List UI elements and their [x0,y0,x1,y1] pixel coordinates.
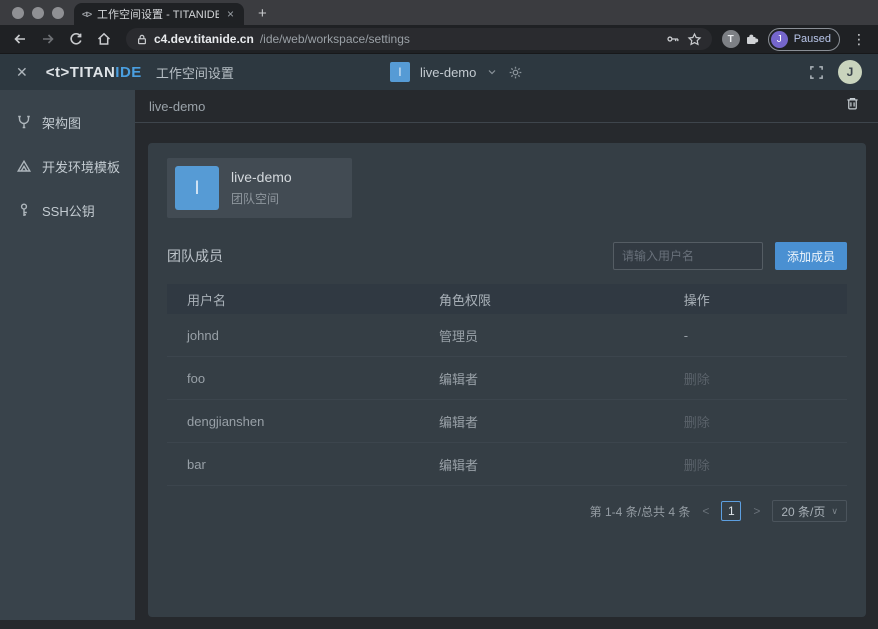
sidebar-item-label: 开发环境模板 [42,157,120,176]
workspace-card-title: live-demo [231,169,292,185]
delete-member-link[interactable]: 删除 [684,369,847,388]
members-table: 用户名 角色权限 操作 johnd 管理员 - foo 编辑者 删除 [167,284,847,486]
column-header-action: 操作 [684,290,847,309]
username-input[interactable] [613,242,763,270]
tab-title: 工作空间设置 - TITANIDE [97,6,219,22]
page-size-select[interactable]: 20 条/页 ∨ [772,500,847,522]
forward-icon[interactable] [36,28,60,50]
pagination-summary: 第 1-4 条/总共 4 条 [590,503,691,520]
sync-status: Paused [794,33,831,45]
password-key-icon[interactable] [665,32,681,46]
workspace-card: l live-demo 团队空间 [167,158,352,218]
browser-window: <t> 工作空间设置 - TITANIDE × + c4.dev.titanid… [0,0,878,629]
app-body: 架构图 开发环境模板 SSH公钥 live-demo l [0,90,878,629]
cell-username: bar [167,457,439,472]
zoom-window-button[interactable] [52,7,64,19]
app-logo: <t>TITANIDE [46,64,142,81]
cell-role: 编辑者 [439,369,684,388]
table-row: bar 编辑者 删除 [167,443,847,486]
main-content: live-demo l live-demo 团队空间 团队成员 [135,90,878,629]
key-icon [16,202,32,218]
new-tab-button[interactable]: + [244,5,281,25]
bookmark-star-icon[interactable] [687,32,702,47]
next-page-icon[interactable]: > [751,504,762,518]
url-bar: c4.dev.titanide.cn /ide/web/workspace/se… [0,25,878,53]
members-header: 团队成员 添加成员 [167,242,847,270]
add-member-button[interactable]: 添加成员 [775,242,847,270]
app-header: ✕ <t>TITANIDE 工作空间设置 l live-demo J [0,53,878,90]
workspace-card-avatar: l [175,166,219,210]
tab-favicon-icon: <t> [82,10,91,19]
table-row: johnd 管理员 - [167,314,847,357]
gear-icon[interactable] [508,65,523,80]
sidebar-item-ssh-keys[interactable]: SSH公钥 [0,188,135,232]
breadcrumb-bar: live-demo [135,90,878,123]
cell-role: 编辑者 [439,455,684,474]
delete-workspace-trash-icon[interactable] [845,96,860,116]
chevron-down-icon[interactable] [486,66,498,78]
pagination: 第 1-4 条/总共 4 条 < 1 > 20 条/页 ∨ [167,500,847,522]
app-close-icon[interactable]: ✕ [16,64,28,81]
sidebar-item-label: SSH公钥 [42,201,95,220]
workspace-card-subtitle: 团队空间 [231,190,292,207]
lock-icon [136,33,148,46]
fork-icon [16,114,32,130]
page-size-value: 20 条/页 [781,503,825,520]
profile-avatar: J [771,31,788,48]
close-window-button[interactable] [12,7,24,19]
sidebar-item-label: 架构图 [42,113,81,132]
section-title: 团队成员 [167,246,223,266]
extensions-puzzle-icon[interactable] [744,31,760,47]
browser-menu-icon[interactable]: ⋮ [848,31,870,48]
page-title: 工作空间设置 [156,63,234,82]
cell-role: 管理员 [439,326,684,345]
minimize-window-button[interactable] [32,7,44,19]
cell-action: - [684,328,847,343]
browser-tab[interactable]: <t> 工作空间设置 - TITANIDE × [74,3,244,25]
url-domain: c4.dev.titanide.cn [154,32,254,46]
template-triangle-icon [16,158,32,174]
settings-panel: l live-demo 团队空间 团队成员 添加成员 用户名 [148,143,866,617]
address-field[interactable]: c4.dev.titanide.cn /ide/web/workspace/se… [126,28,712,50]
table-row: foo 编辑者 删除 [167,357,847,400]
reload-icon[interactable] [64,28,88,50]
sidebar: 架构图 开发环境模板 SSH公钥 [0,90,135,620]
sidebar-item-templates[interactable]: 开发环境模板 [0,144,135,188]
back-icon[interactable] [8,28,32,50]
logo-main: TITAN [70,64,116,81]
delete-member-link[interactable]: 删除 [684,412,847,431]
prev-page-icon[interactable]: < [700,504,711,518]
logo-bracket: <t> [46,64,70,81]
workspace-name: live-demo [420,65,476,80]
select-caret-icon: ∨ [831,506,838,517]
workspace-switcher[interactable]: l live-demo [390,62,523,82]
sidebar-item-architecture[interactable]: 架构图 [0,100,135,144]
delete-member-link[interactable]: 删除 [684,455,847,474]
url-path: /ide/web/workspace/settings [260,32,659,46]
fullscreen-icon[interactable] [809,65,824,80]
extension-badge-icon[interactable]: T [722,30,740,48]
table-header-row: 用户名 角色权限 操作 [167,284,847,314]
cell-role: 编辑者 [439,412,684,431]
workspace-avatar: l [390,62,410,82]
column-header-role: 角色权限 [439,290,684,309]
cell-username: foo [167,371,439,386]
logo-accent: IDE [115,64,142,81]
cell-username: dengjianshen [167,414,439,429]
page-number-button[interactable]: 1 [721,501,741,521]
table-row: dengjianshen 编辑者 删除 [167,400,847,443]
cell-username: johnd [167,328,439,343]
column-header-username: 用户名 [167,290,439,309]
window-controls[interactable] [0,7,74,25]
tab-close-icon[interactable]: × [225,7,236,21]
tab-strip: <t> 工作空间设置 - TITANIDE × + [0,0,878,25]
user-avatar[interactable]: J [838,60,862,84]
home-icon[interactable] [92,28,116,50]
breadcrumb: live-demo [149,99,205,114]
profile-sync-pill[interactable]: J Paused [768,28,840,51]
